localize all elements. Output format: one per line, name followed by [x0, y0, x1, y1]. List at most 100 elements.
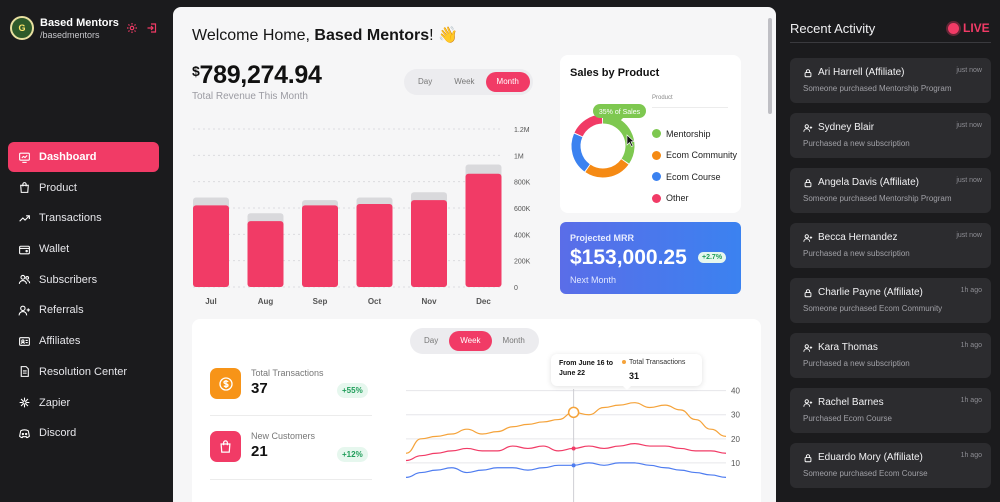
legend-item: Mentorship: [652, 123, 737, 145]
y-tick-label: 1.2M: [514, 127, 530, 134]
donut-slice[interactable]: [602, 114, 635, 164]
donut-slice[interactable]: [574, 114, 603, 137]
sidebar-item-transactions[interactable]: Transactions: [8, 203, 159, 233]
sidebar-item-product[interactable]: Product: [8, 173, 159, 203]
live-indicator: LIVE: [948, 21, 990, 35]
mrr-label: Projected MRR: [570, 233, 635, 243]
settings-gear-icon[interactable]: [126, 22, 138, 34]
sales-by-product-card: Sales by Product 35% of Sales Product Me…: [560, 55, 741, 213]
recent-activity-title: Recent Activity: [790, 21, 876, 36]
sidebar-item-label: Dashboard: [39, 151, 97, 163]
user-plus-icon: [803, 233, 813, 242]
activity-time: 1h ago: [960, 342, 982, 349]
live-dot-icon: [948, 22, 959, 34]
series-line: [405, 462, 727, 478]
projected-mrr-card: Projected MRR $153,000.25 +2.7% Next Mon…: [560, 222, 741, 294]
x-tick-label: Jul: [205, 297, 217, 306]
series-line: [405, 402, 727, 454]
revenue-period-day[interactable]: Day: [407, 72, 443, 92]
recent-activity-panel: Recent Activity LIVE Ari Harrell (Affili…: [781, 0, 1000, 502]
line-chart-tooltip: From June 16 to June 22 Total Transactio…: [551, 354, 702, 390]
activity-description: Purchased a new subscription: [803, 139, 910, 148]
sales-legend: Mentorship Ecom Community Ecom Course Other: [652, 123, 737, 209]
y-tick-label: 40: [731, 387, 740, 396]
sidebar: G Based Mentors /basedmentors Dashboard P…: [0, 0, 172, 502]
tooltip-value: 31: [629, 371, 640, 381]
x-tick-label: Aug: [258, 297, 274, 306]
y-tick-label: 20: [731, 435, 740, 444]
sidebar-item-label: Discord: [39, 427, 77, 440]
activity-item[interactable]: Ari Harrell (Affiliate) just now Someone p…: [790, 58, 991, 103]
activity-item[interactable]: Kara Thomas 1h ago Purchased a new subscri…: [790, 333, 991, 378]
activity-name: Charlie Payne (Affiliate): [803, 287, 923, 298]
x-tick-label: Oct: [368, 297, 382, 306]
sidebar-item-subscribers[interactable]: Subscribers: [8, 265, 159, 295]
legend-item: Ecom Community: [652, 145, 737, 167]
y-tick-label: 10: [731, 459, 740, 468]
activity-item[interactable]: Eduardo Mory (Affiliate) 1h ago Someone pu…: [790, 443, 991, 488]
lock-icon: [804, 68, 812, 77]
y-tick-label: 400K: [514, 232, 531, 239]
sidebar-item-resolution-center[interactable]: Resolution Center: [8, 357, 159, 387]
sidebar-item-referrals[interactable]: Referrals: [8, 295, 159, 325]
activity-item[interactable]: Sydney Blair just now Purchased a new subs…: [790, 113, 991, 158]
x-tick-label: Nov: [421, 297, 437, 306]
activity-description: Someone purchased Mentorship Program: [803, 84, 952, 93]
revenue-summary: $789,274.94 Total Revenue This Month: [192, 61, 322, 102]
activity-item[interactable]: Becca Hernandez just now Purchased a new s…: [790, 223, 991, 268]
logout-icon[interactable]: [146, 22, 158, 34]
mrr-value: $153,000.25: [570, 246, 687, 269]
activity-time: just now: [956, 122, 982, 129]
id-card-icon: [19, 336, 30, 346]
donut-slice[interactable]: [585, 158, 629, 178]
activity-description: Purchased a new subscription: [803, 249, 910, 258]
main-scrollbar[interactable]: [768, 18, 772, 114]
activity-name: Angela Davis (Affiliate): [803, 177, 919, 188]
revenue-period-month[interactable]: Month: [485, 72, 530, 92]
brand-logo: G: [10, 16, 34, 40]
bar[interactable]: [302, 205, 338, 287]
revenue-label: Total Revenue This Month: [192, 91, 308, 102]
lock-icon: [804, 178, 812, 187]
main-content: Welcome Home, Based Mentors! 👋 $789,274.…: [173, 7, 776, 502]
revenue-period-week[interactable]: Week: [443, 72, 485, 92]
activity-time: just now: [956, 177, 982, 184]
activity-description: Purchased Ecom Course: [803, 414, 892, 423]
bar[interactable]: [356, 204, 393, 287]
dashboard-icon: [19, 152, 30, 163]
y-tick-label: 1M: [514, 153, 524, 160]
activity-time: 1h ago: [960, 287, 982, 294]
activity-item[interactable]: Angela Davis (Affiliate) just now Someone …: [790, 168, 991, 213]
mrr-subtitle: Next Month: [570, 275, 617, 285]
activity-time: just now: [956, 232, 982, 239]
activity-name: Rachel Barnes: [803, 397, 884, 408]
tooltip-range: From June 16 to June 22: [559, 360, 614, 377]
activity-time: 1h ago: [960, 397, 982, 404]
legend-item: Ecom Course: [652, 166, 737, 188]
sidebar-item-discord[interactable]: Discord: [8, 418, 159, 448]
activity-item[interactable]: Charlie Payne (Affiliate) 1h ago Someone p…: [790, 278, 991, 323]
activity-item[interactable]: Rachel Barnes 1h ago Purchased Ecom Course: [790, 388, 991, 433]
sidebar-item-zapier[interactable]: Zapier: [8, 388, 159, 418]
sidebar-item-label: Wallet: [39, 243, 70, 256]
bar[interactable]: [465, 173, 502, 287]
lock-icon: [804, 288, 812, 297]
bar[interactable]: [193, 205, 229, 287]
activity-time: just now: [956, 67, 982, 74]
bar[interactable]: [247, 221, 284, 287]
legend-dot: [652, 129, 661, 139]
brand-name: Based Mentors: [40, 16, 119, 29]
sidebar-item-label: Transactions: [39, 212, 102, 225]
mrr-change-badge: +2.7%: [698, 252, 727, 263]
brand-handle: /basedmentors: [40, 29, 100, 40]
bar[interactable]: [411, 200, 447, 287]
sidebar-item-wallet[interactable]: Wallet: [8, 234, 159, 264]
sidebar-nav: Dashboard Product Transactions Wallet Subscr…: [8, 142, 159, 449]
activity-description: Someone purchased Ecom Course: [803, 469, 928, 478]
donut-slice[interactable]: [571, 133, 591, 172]
brand[interactable]: G Based Mentors /basedmentors: [10, 16, 119, 40]
sidebar-item-label: Zapier: [39, 396, 71, 409]
sidebar-item-affiliates[interactable]: Affiliates: [8, 326, 159, 356]
sidebar-item-dashboard[interactable]: Dashboard: [8, 142, 159, 172]
user-plus-icon: [803, 123, 813, 132]
